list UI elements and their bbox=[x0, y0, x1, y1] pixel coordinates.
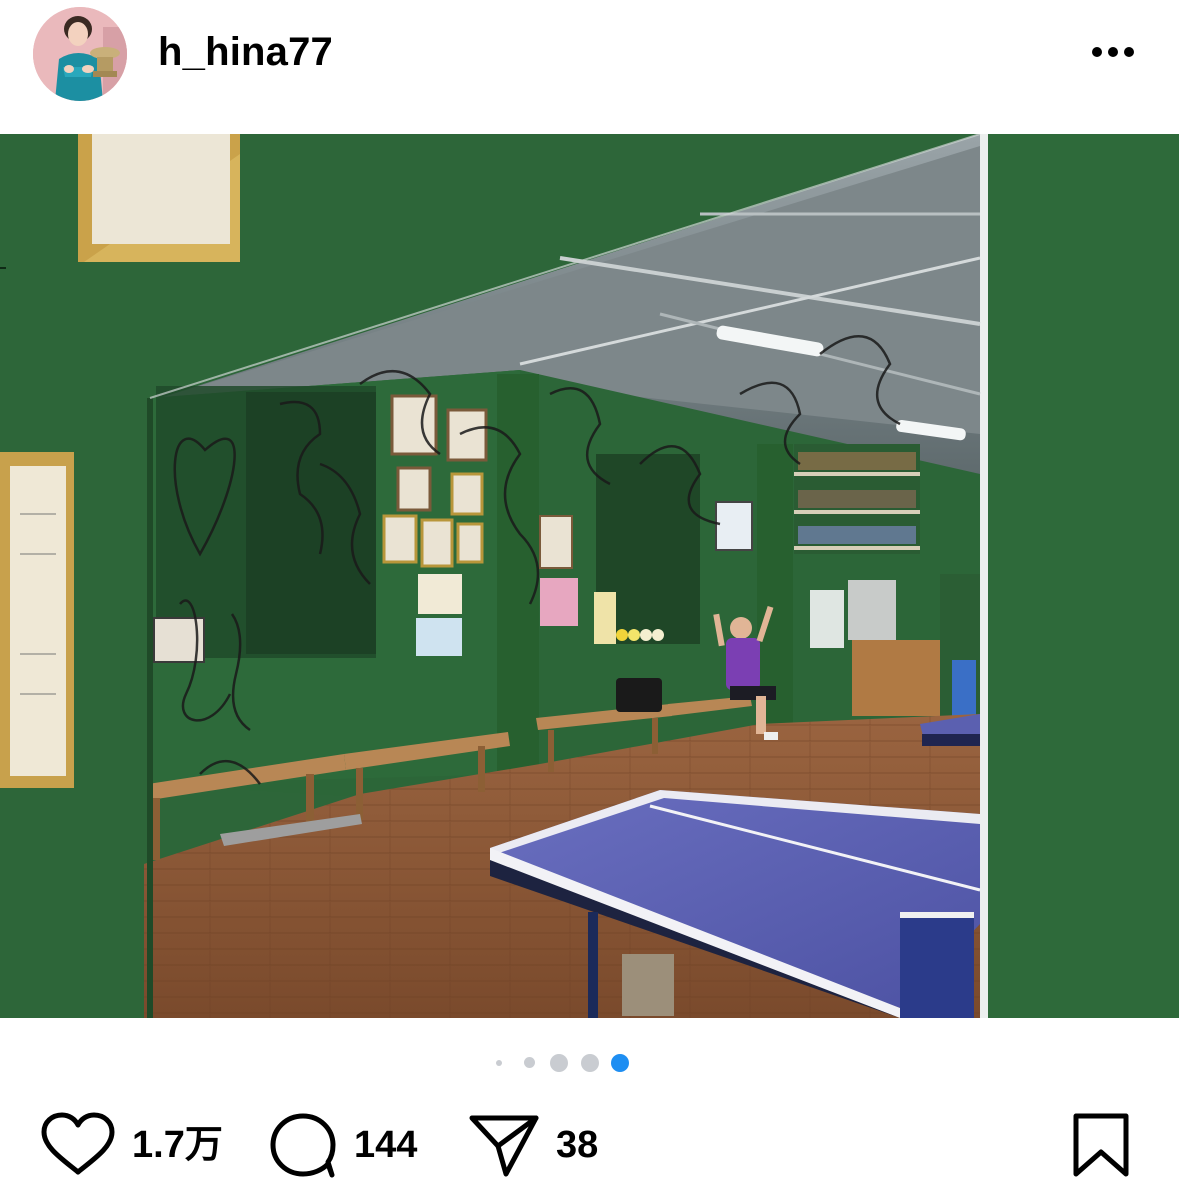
save-button[interactable] bbox=[1070, 1112, 1132, 1178]
instagram-post: h_hina77 1.7万 144 38 bbox=[0, 0, 1179, 1180]
post-header: h_hina77 bbox=[0, 0, 1179, 134]
username[interactable]: h_hina77 bbox=[158, 28, 333, 76]
like-count[interactable]: 1.7万 bbox=[132, 1124, 223, 1166]
carousel-dot bbox=[550, 1054, 568, 1072]
avatar-image bbox=[33, 7, 127, 101]
post-photo[interactable] bbox=[0, 134, 1179, 1018]
carousel-dot-active bbox=[611, 1054, 629, 1072]
carousel-dot bbox=[524, 1057, 535, 1068]
heart-icon bbox=[41, 1112, 115, 1175]
carousel-indicator bbox=[0, 1050, 1179, 1076]
carousel-dot bbox=[496, 1060, 502, 1066]
share-button[interactable] bbox=[468, 1112, 542, 1178]
comment-icon bbox=[270, 1113, 336, 1178]
carousel-dot bbox=[581, 1054, 599, 1072]
comment-button[interactable] bbox=[268, 1112, 340, 1178]
comment-count[interactable]: 144 bbox=[354, 1124, 417, 1166]
like-button[interactable] bbox=[40, 1112, 120, 1178]
post-action-bar: 1.7万 144 38 bbox=[0, 1100, 1179, 1180]
more-horizontal-icon bbox=[1092, 47, 1134, 57]
paper-plane-icon bbox=[469, 1115, 539, 1177]
photo-illustration bbox=[0, 134, 1179, 1018]
bookmark-icon bbox=[1073, 1113, 1129, 1177]
profile-avatar[interactable] bbox=[33, 7, 127, 101]
more-options-button[interactable] bbox=[1082, 32, 1144, 72]
share-count[interactable]: 38 bbox=[556, 1124, 598, 1166]
